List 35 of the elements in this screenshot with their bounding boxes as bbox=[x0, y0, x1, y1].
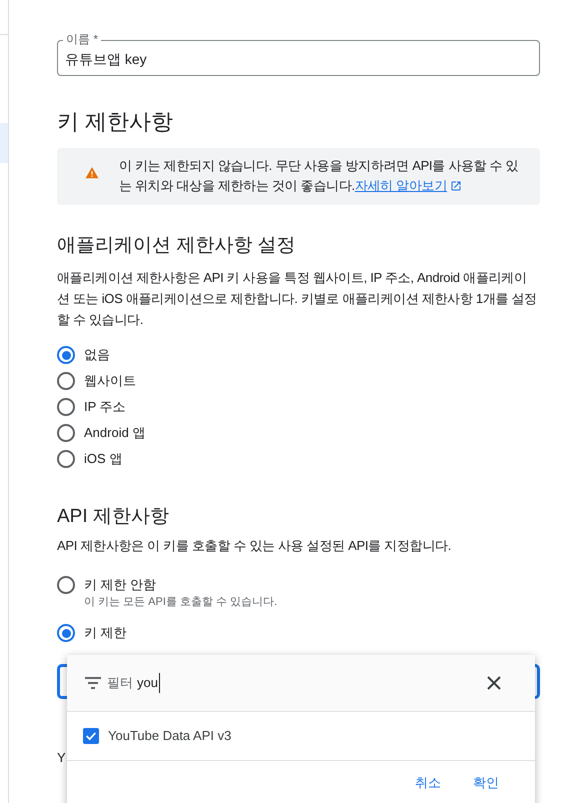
section-heading: 키 제한사항 bbox=[57, 108, 174, 136]
close-button[interactable] bbox=[487, 676, 501, 690]
checkbox-label: YouTube Data API v3 bbox=[108, 727, 232, 745]
filter-query: you bbox=[137, 673, 160, 693]
field-value: 유튜브앱 key bbox=[65, 50, 147, 69]
radio-hint: 이 키는 모든 API를 호출할 수 있습니다. bbox=[84, 595, 278, 610]
radio-button[interactable] bbox=[57, 398, 75, 416]
filter-label: 필터 bbox=[107, 674, 133, 692]
warning-icon bbox=[85, 166, 99, 180]
learn-more-link[interactable]: 자세히 알아보기 bbox=[354, 176, 462, 196]
radio-label: iOS 앱 bbox=[84, 450, 122, 468]
radio-label: 없음 bbox=[84, 346, 110, 364]
radio-label: IP 주소 bbox=[84, 398, 126, 416]
dialog-button[interactable]: 취소 bbox=[411, 772, 445, 792]
radio-button[interactable] bbox=[57, 372, 75, 390]
section-description: API 제한사항은 이 키를 호출할 수 있는 사용 설정된 API를 지정합니다. bbox=[57, 537, 452, 555]
section-description: 애플리케이션 제한사항은 API 키 사용을 특정 웹사이트, IP 주소, Android 애플리케이션 또는 iOS 애플리케이션으로 제한합니다. 키별로 애플리케이션 제한사항 1개를 설정할 수 있습니다. bbox=[57, 269, 538, 329]
external-link-icon bbox=[450, 180, 462, 192]
radio-button[interactable] bbox=[57, 424, 75, 442]
section-heading: API 제한사항 bbox=[57, 505, 170, 529]
radio-button[interactable] bbox=[57, 346, 75, 364]
radio-button[interactable] bbox=[57, 624, 75, 642]
radio-label: 키 제한 안함 bbox=[84, 576, 158, 594]
radio-label: 웹사이트 bbox=[84, 372, 136, 390]
warning-text: 이 키는 제한되지 않습니다. 무단 사용을 방지하려면 API를 사용할 수 있는 위치와 대상을 제한하는 것이 좋습니다.자세히 알아보기 bbox=[119, 156, 528, 196]
checkbox[interactable] bbox=[83, 728, 99, 744]
radio-button[interactable] bbox=[57, 450, 75, 468]
radio-label: Android 앱 bbox=[84, 424, 146, 442]
filter-icon bbox=[85, 677, 101, 689]
radio-label: 키 제한 bbox=[84, 624, 127, 642]
dialog-button[interactable]: 확인 bbox=[469, 772, 503, 792]
covered-text: Y bbox=[57, 749, 67, 767]
radio-button[interactable] bbox=[57, 576, 75, 594]
field-label: 이름 * bbox=[63, 31, 102, 47]
section-heading: 애플리케이션 제한사항 설정 bbox=[57, 234, 297, 258]
